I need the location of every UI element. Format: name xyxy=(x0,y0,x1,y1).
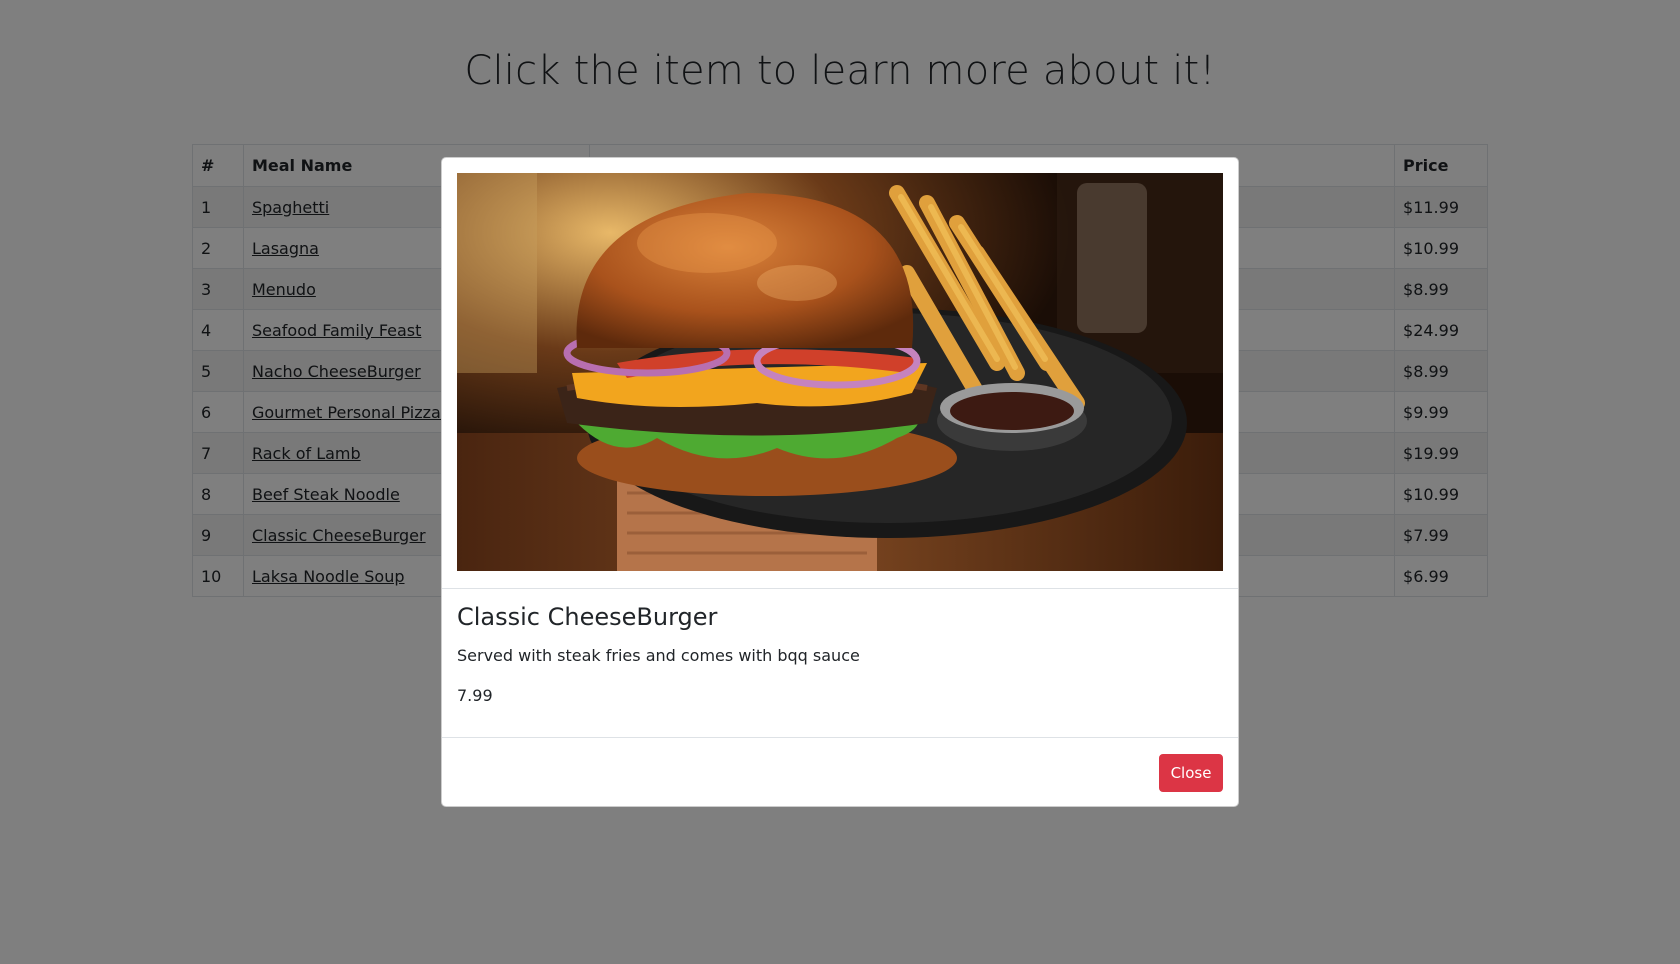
meal-price: 7.99 xyxy=(457,686,493,705)
meal-detail-modal: Classic CheeseBurger Served with steak f… xyxy=(441,157,1239,807)
modal-body: Classic CheeseBurger Served with steak f… xyxy=(442,589,1238,738)
meal-description: Served with steak fries and comes with b… xyxy=(457,646,860,665)
modal-header xyxy=(442,158,1238,589)
page: Click the item to learn more about it! #… xyxy=(0,0,1680,964)
close-button[interactable]: Close xyxy=(1159,754,1223,792)
modal-footer: Close xyxy=(442,738,1238,806)
cheeseburger-photo xyxy=(457,173,1223,571)
meal-title: Classic CheeseBurger xyxy=(457,603,718,631)
